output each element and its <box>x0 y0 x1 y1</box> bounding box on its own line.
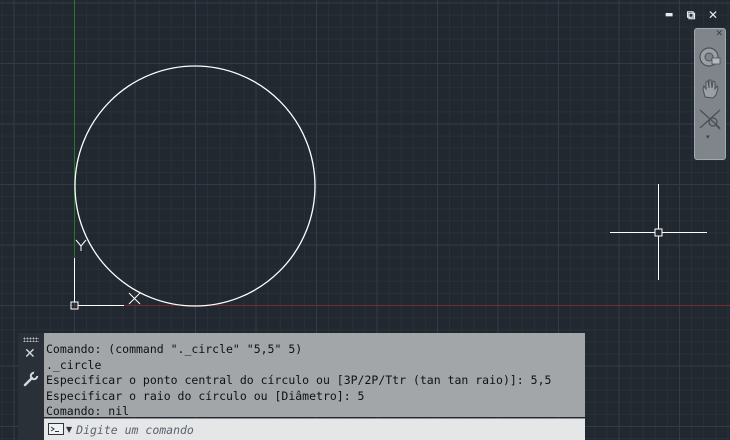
zoom-extents-icon[interactable] <box>697 107 723 131</box>
window-controls: ▬ ⧉ ✕ <box>660 8 722 22</box>
minimize-button[interactable]: ▬ <box>660 8 678 22</box>
command-history: Comando: (command "._circle" "5,5" 5) ._c… <box>44 333 585 418</box>
command-line-close-icon[interactable]: ✕ <box>24 346 36 362</box>
history-line: Comando: (command "._circle" "5,5" 5) <box>46 342 303 356</box>
history-line: Especificar o ponto central do círculo o… <box>46 373 552 387</box>
wrench-icon[interactable] <box>23 371 39 391</box>
history-line: Especificar o raio do círculo ou [Diâmet… <box>46 388 365 403</box>
command-input[interactable] <box>76 422 585 437</box>
command-line-window: ✕ Comando: (command "._circle" "5,5" 5).… <box>18 333 585 440</box>
command-prompt-icon[interactable] <box>48 420 64 439</box>
navigation-bar: ✕ ▾ <box>694 28 726 160</box>
history-line: ._circle <box>46 357 102 372</box>
navbar-close-icon[interactable]: ✕ <box>715 29 723 39</box>
drag-grip-icon[interactable] <box>23 337 39 342</box>
close-button[interactable]: ✕ <box>704 8 722 22</box>
zoom-dropdown-arrow-icon[interactable]: ▾ <box>706 133 710 141</box>
pan-hand-icon[interactable] <box>697 77 723 101</box>
command-line-sidebar: ✕ <box>18 333 44 440</box>
restore-button[interactable]: ⧉ <box>682 8 700 22</box>
steering-wheel-icon[interactable] <box>697 45 723 69</box>
recent-commands-dropdown-icon[interactable]: ▼ <box>66 425 72 434</box>
command-input-bar: ▼ <box>44 418 585 440</box>
